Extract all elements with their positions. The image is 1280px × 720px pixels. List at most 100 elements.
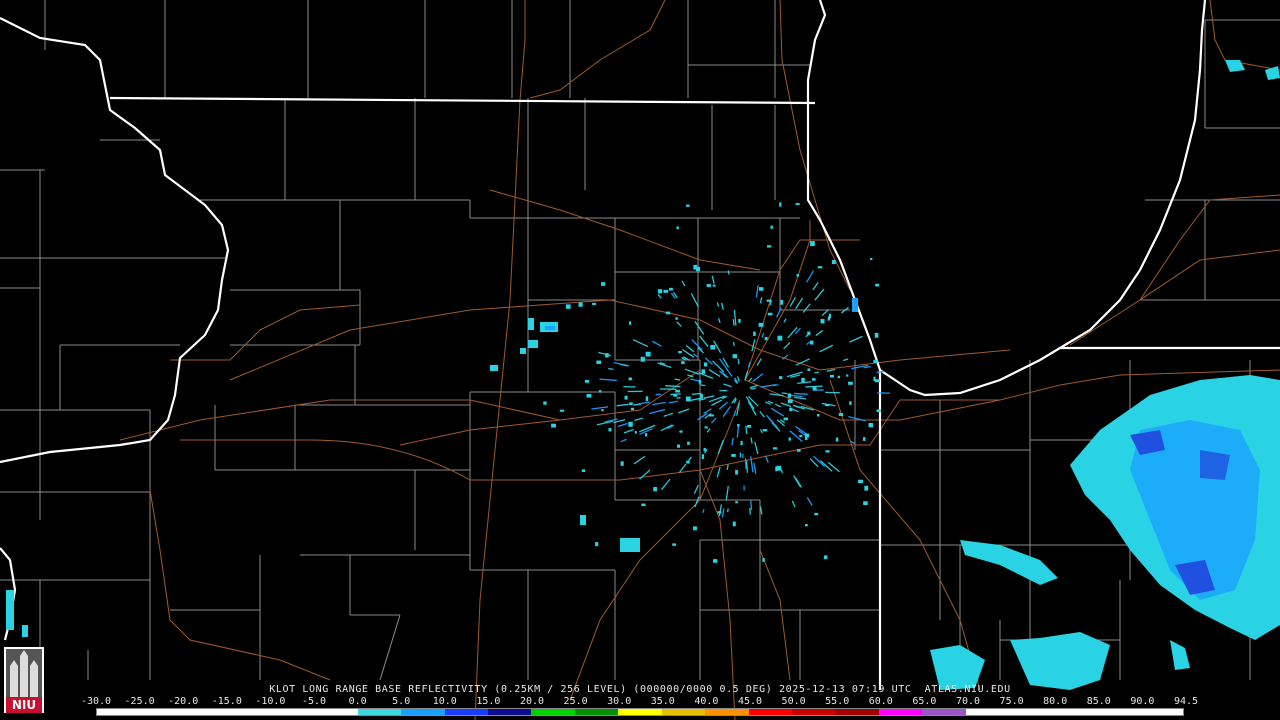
echo-dot (875, 283, 880, 287)
echo-streak (750, 387, 756, 390)
echo-dot (628, 321, 632, 325)
echo-dot (640, 356, 645, 362)
echo-dot (608, 427, 612, 432)
echo-streak (691, 392, 702, 395)
echo-dot (645, 351, 651, 357)
echo-dot (873, 359, 878, 363)
echo-dot (787, 393, 792, 398)
echo-streak (745, 425, 748, 435)
echo-dot (559, 409, 565, 412)
colorbar-segment (618, 709, 662, 715)
echo-dot (737, 424, 740, 427)
scale-label: 15.0 (476, 696, 501, 707)
echo-dot (732, 521, 736, 527)
echo-dot (837, 375, 840, 379)
echo-dot (807, 331, 811, 336)
echo-dot (706, 284, 711, 287)
echo-dot (810, 241, 815, 247)
echo-dot (805, 437, 808, 441)
echo-dot (863, 501, 868, 506)
echo-dot (732, 354, 737, 359)
echo-dot (712, 284, 716, 287)
echo-dot (766, 299, 772, 302)
colorbar-segment (401, 709, 445, 715)
echo-dot (830, 374, 834, 378)
colorbar-segment (922, 709, 966, 715)
colorbar-segment (487, 709, 532, 715)
echo-dot (788, 437, 791, 441)
colorbar-segment (97, 709, 141, 715)
reflectivity-scale-labels: -30.0 -25.0 -20.0 -15.0 -10.0 -5.0 0.0 5.0 10.0 1… (81, 696, 1198, 708)
echo-dot (595, 542, 599, 547)
echo-dot (624, 395, 628, 400)
colorbar-segment (444, 709, 488, 715)
echo-dot (592, 302, 596, 306)
echo-dot (693, 526, 697, 531)
echo-dot (740, 440, 743, 446)
scale-label: 75.0 (999, 696, 1024, 707)
echo-dot (875, 379, 880, 383)
colorbar-segment (661, 709, 706, 715)
echo-dot (864, 485, 869, 491)
echo-dot (620, 461, 624, 466)
scale-label: 5.0 (392, 696, 411, 707)
echo-dot (543, 401, 547, 405)
echo-dot (807, 368, 811, 372)
scale-label: 35.0 (650, 696, 675, 707)
echo-streak (744, 458, 747, 469)
echo-dot (862, 437, 866, 441)
echo-dot (762, 558, 765, 562)
scale-label: -20.0 (168, 696, 199, 707)
scale-label: 30.0 (607, 696, 632, 707)
echo-dot (665, 311, 671, 315)
scale-label: -30.0 (80, 696, 112, 707)
colorbar-segment (1096, 709, 1140, 715)
echo-dot (764, 336, 768, 341)
echo-streak (732, 341, 735, 347)
echo-dot (783, 417, 788, 421)
echo-streak (699, 384, 706, 387)
echo-dot (796, 274, 799, 277)
echo-dot (708, 414, 714, 417)
echo-dot (795, 203, 800, 206)
echo-dot (700, 393, 703, 399)
echo-dot (686, 204, 690, 207)
echo-streak (732, 319, 735, 326)
echo-dot (584, 379, 590, 383)
reflectivity-colorbar (96, 708, 1184, 716)
echo-streak (750, 500, 753, 510)
colorbar-segment (531, 709, 575, 715)
echo-dot (578, 302, 583, 307)
echo-dot (811, 378, 816, 381)
echo-dot (565, 304, 571, 309)
scale-label: 94.5 (1173, 696, 1199, 707)
scale-label: -15.0 (211, 696, 242, 707)
echo-dot (681, 361, 685, 365)
colorbar-segment (1139, 709, 1183, 715)
echo-dot (777, 335, 783, 341)
scale-label: 20.0 (519, 696, 545, 707)
echo-dot (835, 437, 839, 442)
scale-label: 65.0 (912, 696, 937, 707)
scale-label: 55.0 (825, 696, 850, 707)
echo-dot (676, 226, 679, 230)
echo-dot (772, 447, 778, 450)
echo-dot (780, 299, 784, 305)
echo-streak (737, 358, 740, 365)
echo-dot (596, 360, 602, 364)
echo-dot (804, 523, 808, 527)
echo-dot (628, 421, 633, 427)
echo-dot (825, 450, 830, 453)
echo-dot (767, 312, 773, 316)
echo-dot (838, 412, 844, 417)
echo-dot (629, 402, 633, 405)
echo-dot (704, 426, 708, 429)
echo-dot (663, 289, 669, 293)
echo-dot (804, 433, 810, 438)
echo-dot (799, 434, 803, 438)
echo-dot (586, 394, 592, 398)
echo-dot (827, 316, 831, 321)
echo-dot (776, 465, 782, 471)
echo-dot (767, 245, 772, 248)
echo-dot (685, 396, 691, 402)
